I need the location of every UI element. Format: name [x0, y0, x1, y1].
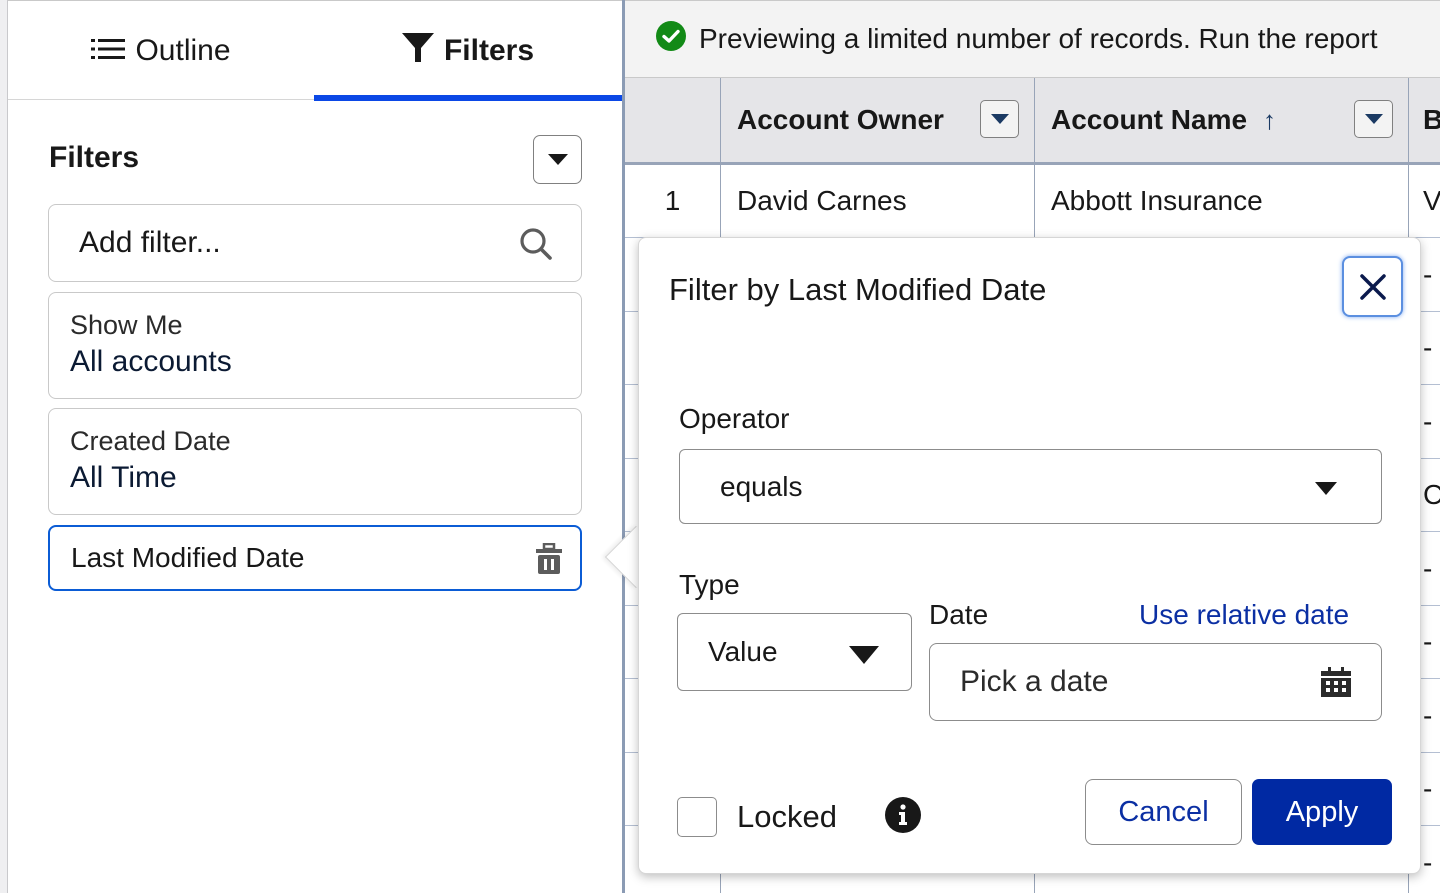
preview-banner: Previewing a limited number of records. … [625, 0, 1440, 78]
add-filter-placeholder: Add filter... [79, 226, 221, 259]
column-header-label: B [1423, 104, 1440, 135]
locked-checkbox[interactable] [677, 797, 717, 837]
row-number-cell: 1 [625, 165, 721, 237]
filters-panel: Outline Filters Filters Add filter... Sh… [8, 0, 622, 893]
date-input[interactable]: Pick a date [929, 643, 1382, 721]
filter-label: Last Modified Date [71, 542, 305, 573]
filter-popover: Filter by Last Modified Date Operator eq… [638, 237, 1421, 874]
date-label: Date [929, 599, 989, 630]
column-header-row-number [625, 78, 721, 162]
type-select[interactable]: Value [677, 613, 912, 691]
account-name-cell: Abbott Insurance [1035, 165, 1409, 237]
operator-value: equals [720, 470, 803, 502]
panel-tabs: Outline Filters [8, 1, 622, 101]
success-check-icon [655, 20, 687, 59]
filter-label: Show Me [70, 310, 183, 340]
column-menu-button[interactable] [1354, 100, 1393, 138]
type-label: Type [679, 569, 740, 600]
apply-button[interactable]: Apply [1252, 779, 1392, 845]
trash-icon[interactable] [534, 542, 564, 580]
tab-filters[interactable]: Filters [314, 1, 622, 101]
info-icon[interactable] [885, 797, 921, 838]
type-value: Value [708, 636, 778, 667]
tab-filters-label: Filters [443, 33, 535, 67]
account-owner-cell: David Carnes [721, 165, 1035, 237]
filter-created-date[interactable]: Created Date All Time [48, 408, 582, 515]
filters-heading: Filters [49, 141, 140, 174]
tab-outline[interactable]: Outline [8, 1, 314, 100]
table-header: Account Owner Account Name ↑ B [625, 78, 1440, 165]
chevron-down-icon [849, 646, 879, 664]
filter-value: All Time [70, 461, 177, 494]
calendar-icon[interactable] [1321, 667, 1351, 705]
table-row[interactable]: 1 David Carnes Abbott Insurance V [625, 165, 1440, 238]
chevron-down-icon [547, 154, 568, 165]
chevron-down-icon [1364, 114, 1383, 124]
column-header-label: Account Owner [737, 104, 944, 135]
column-header-account-owner[interactable]: Account Owner [721, 78, 1035, 162]
preview-banner-text: Previewing a limited number of records. … [699, 23, 1378, 54]
chevron-down-icon [1315, 482, 1337, 495]
list-icon [91, 34, 126, 68]
popover-title: Filter by Last Modified Date [669, 272, 1047, 307]
search-icon [519, 227, 553, 269]
cancel-button[interactable]: Cancel [1085, 779, 1242, 845]
column-menu-button[interactable] [980, 100, 1019, 138]
date-placeholder: Pick a date [960, 665, 1109, 698]
filter-show-me[interactable]: Show Me All accounts [48, 292, 582, 399]
funnel-icon [401, 31, 434, 71]
close-button[interactable] [1342, 256, 1403, 317]
chevron-down-icon [990, 114, 1009, 124]
add-filter-input[interactable]: Add filter... [48, 204, 582, 282]
filters-menu-button[interactable] [533, 135, 582, 184]
filter-last-modified-date[interactable]: Last Modified Date [48, 525, 582, 591]
operator-label: Operator [679, 403, 790, 434]
use-relative-date-link[interactable]: Use relative date [1139, 599, 1349, 631]
report-builder: Outline Filters Filters Add filter... Sh… [0, 0, 1440, 893]
left-edge-strip [0, 0, 8, 893]
sort-ascending-icon: ↑ [1263, 104, 1277, 135]
locked-label: Locked [737, 799, 837, 834]
tab-outline-label: Outline [135, 33, 231, 67]
filter-value: All accounts [70, 345, 232, 378]
truncated-cell: V [1423, 185, 1440, 216]
operator-select[interactable]: equals [679, 449, 1382, 524]
column-header-account-name[interactable]: Account Name ↑ [1035, 78, 1409, 162]
column-header-truncated[interactable]: B [1409, 78, 1440, 162]
column-header-label: Account Name [1051, 104, 1248, 135]
filter-label: Created Date [70, 426, 231, 456]
close-icon [1359, 273, 1386, 300]
